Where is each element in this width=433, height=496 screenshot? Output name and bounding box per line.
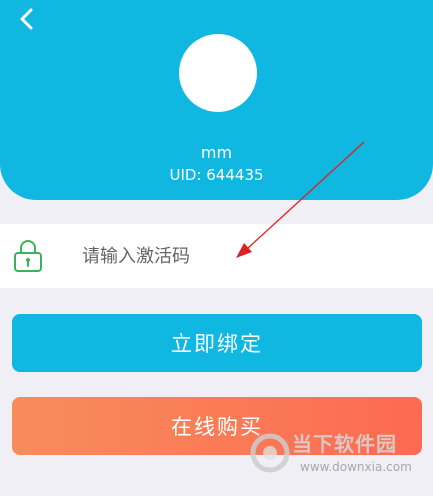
uid-row: UID: 644435 [0,165,433,185]
bind-button[interactable]: 立即绑定 [12,314,422,372]
chevron-left-icon [20,8,33,30]
bind-button-label: 立即绑定 [171,332,263,356]
lock-icon [14,240,42,272]
activation-code-input[interactable] [82,238,382,274]
watermark-url: www.downxia.com [300,460,412,474]
profile-header: mm UID: 644435 [0,0,433,200]
buy-button-label: 在线购买 [171,415,263,439]
username: mm [200,143,233,162]
buy-online-button[interactable]: 在线购买 [12,397,422,455]
avatar [179,34,257,112]
activation-code-row [0,224,433,288]
uid-value: 644435 [206,166,264,184]
back-button[interactable] [12,4,42,34]
uid-label: UID: [169,166,202,184]
